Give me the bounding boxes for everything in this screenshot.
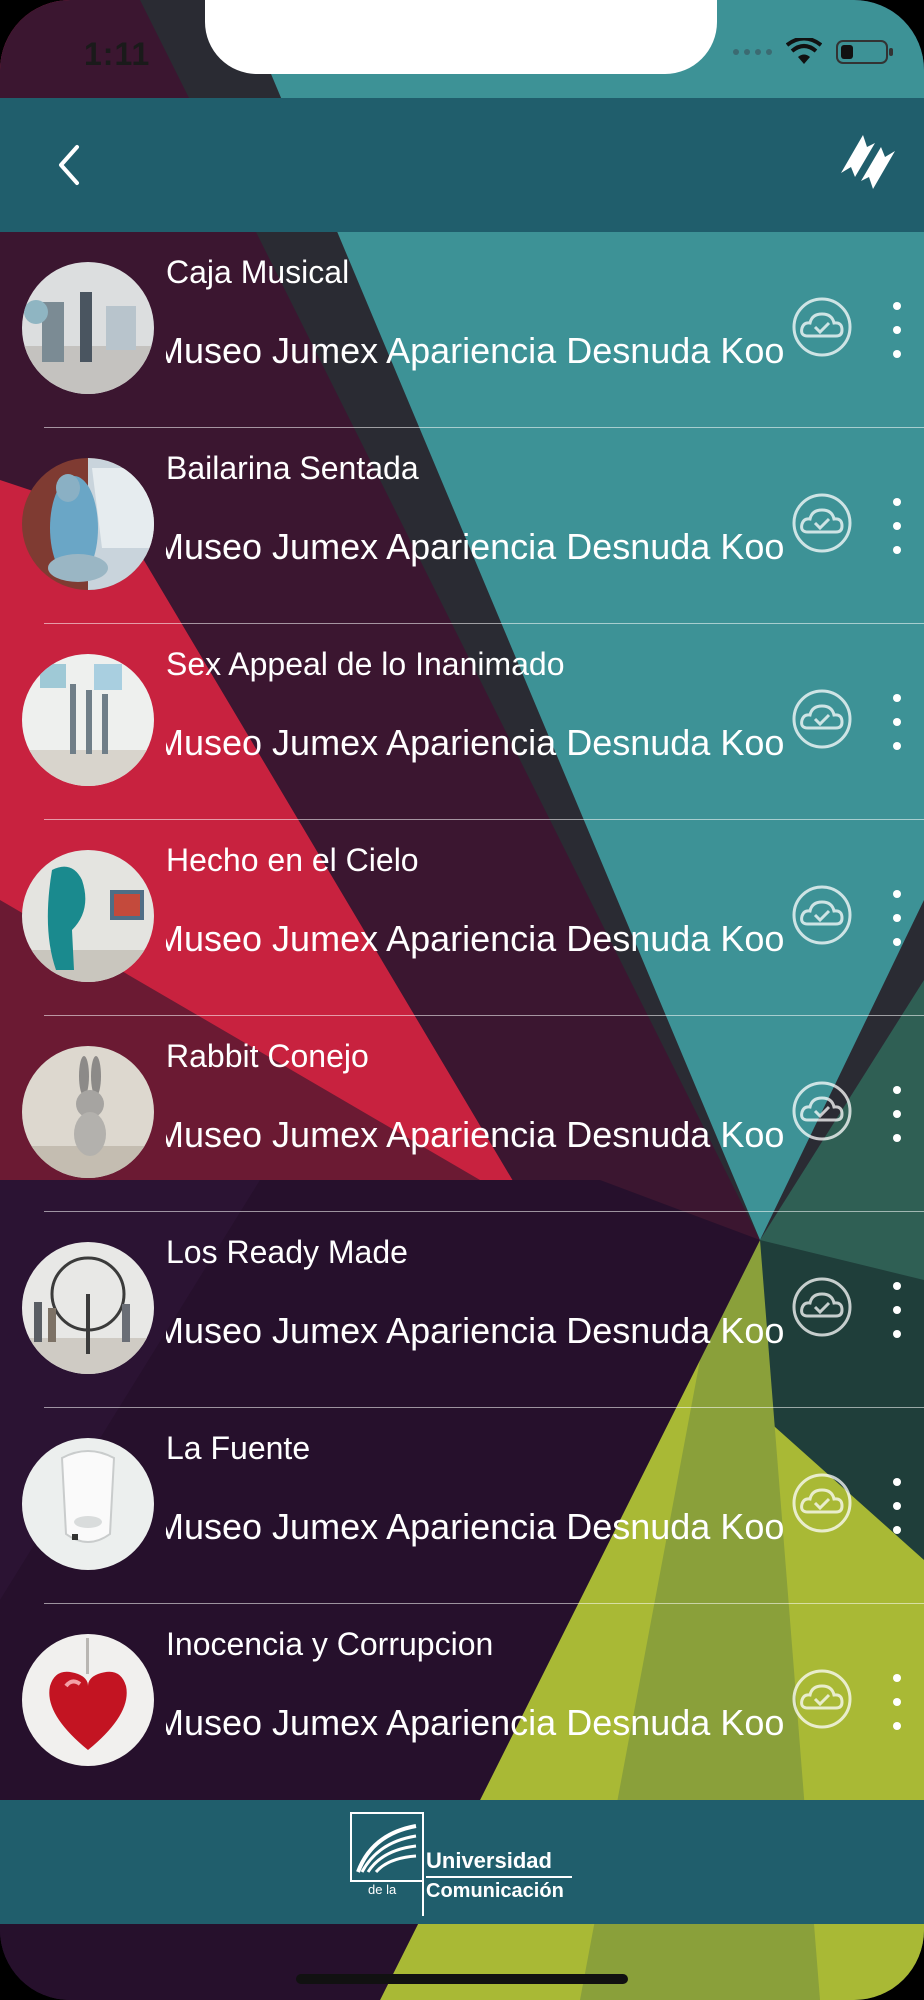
item-title: Sex Appeal de lo Inanimado <box>166 646 565 682</box>
item-title: Rabbit Conejo <box>166 1038 369 1074</box>
list-item[interactable]: Los Ready Made Museo Jumex Apariencia De… <box>0 1212 924 1408</box>
item-subtitle: Museo Jumex Apariencia Desnuda Koons <box>166 918 786 959</box>
item-subtitle: Museo Jumex Apariencia Desnuda Koons <box>166 526 786 567</box>
item-title: La Fuente <box>166 1430 311 1466</box>
item-subtitle: Museo Jumex Apariencia Desnuda Koons <box>166 1310 786 1351</box>
artwork-thumbnail <box>22 850 154 982</box>
top-app-bar <box>0 98 924 232</box>
wifi-icon <box>786 38 822 66</box>
item-subtitle: Museo Jumex Apariencia Desnuda Koons <box>166 330 786 371</box>
logo-divider <box>422 1812 424 1916</box>
item-subtitle: Museo Jumex Apariencia Desnuda Koons <box>166 1506 786 1547</box>
cloud-check-icon <box>792 1669 852 1729</box>
signal-icon <box>733 49 772 55</box>
more-options-button[interactable] <box>880 1478 914 1534</box>
artwork-thumbnail <box>22 1242 154 1374</box>
item-subtitle: Museo Jumex Apariencia Desnuda Koons <box>166 1702 786 1743</box>
list-item[interactable]: Bailarina Sentada Museo Jumex Apariencia… <box>0 428 924 624</box>
cloud-check-icon <box>792 297 852 357</box>
item-subtitle: Museo Jumex Apariencia Desnuda Koons <box>166 1114 786 1155</box>
list-item[interactable]: Rabbit Conejo Museo Jumex Apariencia Des… <box>0 1016 924 1212</box>
cloud-check-icon <box>792 1277 852 1337</box>
status-icons <box>733 38 894 66</box>
item-title: Hecho en el Cielo <box>166 842 419 878</box>
more-options-button[interactable] <box>880 1282 914 1338</box>
cloud-check-icon <box>792 689 852 749</box>
list-item[interactable]: Caja Musical Museo Jumex Apariencia Desn… <box>0 232 924 428</box>
back-button[interactable] <box>44 134 94 196</box>
artwork-thumbnail <box>22 1634 154 1766</box>
footer-bar: Universidad de la Comunicación <box>0 1800 924 1924</box>
more-options-button[interactable] <box>880 302 914 358</box>
more-options-button[interactable] <box>880 694 914 750</box>
item-title: Inocencia y Corrupcion <box>166 1626 494 1662</box>
artwork-thumbnail <box>22 654 154 786</box>
download-status-button[interactable] <box>790 688 860 752</box>
artwork-thumbnail <box>22 458 154 590</box>
status-bar: 1:11 <box>0 0 924 100</box>
logo-text-line2: Comunicación <box>426 1880 564 1902</box>
item-title: Caja Musical <box>166 254 350 290</box>
artwork-list: Caja Musical Museo Jumex Apariencia Desn… <box>0 232 924 1800</box>
download-status-button[interactable] <box>790 1080 860 1144</box>
logo-underline <box>426 1876 572 1878</box>
university-logo: Universidad de la Comunicación <box>348 1810 584 1918</box>
download-status-button[interactable] <box>790 1668 860 1732</box>
more-options-button[interactable] <box>880 1674 914 1730</box>
artwork-thumbnail <box>22 1438 154 1570</box>
cloud-check-icon <box>792 493 852 553</box>
logo-text-line1: Universidad <box>426 1848 552 1873</box>
logo-mark-icon <box>350 1812 424 1882</box>
item-title: Los Ready Made <box>166 1234 408 1270</box>
artwork-thumbnail <box>22 262 154 394</box>
download-status-button[interactable] <box>790 296 860 360</box>
device-notch <box>205 0 717 74</box>
chevron-left-icon <box>59 145 79 185</box>
download-status-button[interactable] <box>790 492 860 556</box>
artwork-thumbnail <box>22 1046 154 1178</box>
cloud-check-icon <box>792 885 852 945</box>
download-status-button[interactable] <box>790 1472 860 1536</box>
list-item[interactable]: Inocencia y Corrupcion Museo Jumex Apari… <box>0 1604 924 1800</box>
more-options-button[interactable] <box>880 498 914 554</box>
app-screen: 1:11 Caja Musical Museo Jumex Apariencia… <box>0 0 924 2000</box>
battery-icon <box>836 38 894 66</box>
list-item[interactable]: Hecho en el Cielo Museo Jumex Apariencia… <box>0 820 924 1016</box>
home-indicator[interactable] <box>296 1974 628 1984</box>
item-subtitle: Museo Jumex Apariencia Desnuda Koons <box>166 722 786 763</box>
more-options-button[interactable] <box>880 1086 914 1142</box>
logo-text-small: de la <box>368 1882 397 1897</box>
list-item[interactable]: La Fuente Museo Jumex Apariencia Desnuda… <box>0 1408 924 1604</box>
download-status-button[interactable] <box>790 884 860 948</box>
status-time: 1:11 <box>84 36 151 72</box>
sync-arrows-icon <box>841 135 895 189</box>
sync-button[interactable] <box>828 126 908 198</box>
download-status-button[interactable] <box>790 1276 860 1340</box>
item-title: Bailarina Sentada <box>166 450 419 486</box>
cloud-check-icon <box>792 1081 852 1141</box>
list-item[interactable]: Sex Appeal de lo Inanimado Museo Jumex A… <box>0 624 924 820</box>
more-options-button[interactable] <box>880 890 914 946</box>
cloud-check-icon <box>792 1473 852 1533</box>
